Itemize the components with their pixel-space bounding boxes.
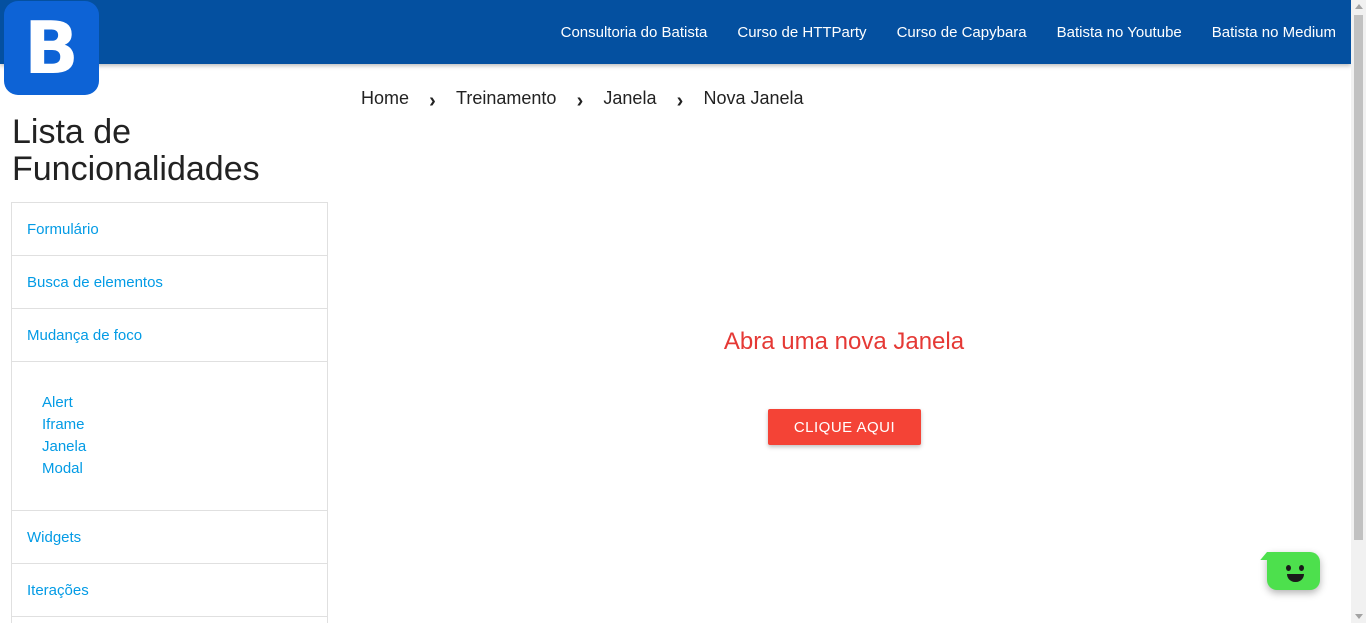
- sidebar-item-formulario[interactable]: Formulário: [12, 203, 327, 256]
- page-headline: Abra uma nova Janela: [723, 328, 965, 355]
- chevron-right-icon: ›: [576, 89, 584, 112]
- sidebar-item-widgets[interactable]: Widgets: [12, 511, 327, 564]
- breadcrumb: Home › Treinamento › Janela › Nova Janel…: [361, 86, 804, 112]
- vertical-scrollbar[interactable]: [1351, 0, 1366, 623]
- nav-link-youtube[interactable]: Batista no Youtube: [1057, 24, 1182, 41]
- submenu-item-alert[interactable]: Alert: [42, 392, 327, 414]
- features-list: Formulário Busca de elementos Mudança de…: [11, 202, 328, 623]
- submenu-item-modal[interactable]: Modal: [42, 458, 327, 480]
- nav-links: Consultoria do Batista Curso de HTTParty…: [531, 0, 1336, 64]
- smiley-eye: [1299, 565, 1304, 571]
- sidebar-submenu: Alert Iframe Janela Modal: [12, 362, 327, 511]
- sidebar-title: Lista de Funcionalidades: [12, 113, 260, 188]
- smiley-chat-icon: [1286, 565, 1291, 571]
- submenu-item-janela[interactable]: Janela: [42, 436, 327, 458]
- top-navbar: Consultoria do Batista Curso de HTTParty…: [0, 0, 1351, 64]
- nav-link-capybara[interactable]: Curso de Capybara: [897, 24, 1027, 41]
- sidebar-item-iteracoes[interactable]: Iterações: [12, 564, 327, 617]
- clique-aqui-button[interactable]: CLIQUE AQUI: [768, 409, 921, 445]
- breadcrumb-treinamento[interactable]: Treinamento: [456, 88, 556, 109]
- scroll-down-icon[interactable]: [1355, 614, 1363, 619]
- scroll-thumb[interactable]: [1354, 15, 1363, 540]
- sidebar-item-busca-de-elementos[interactable]: Busca de elementos: [12, 256, 327, 309]
- nav-link-medium[interactable]: Batista no Medium: [1212, 24, 1336, 41]
- chevron-right-icon: ›: [429, 89, 436, 112]
- logo[interactable]: B: [4, 1, 99, 95]
- breadcrumb-janela[interactable]: Janela: [603, 88, 656, 109]
- scroll-up-icon[interactable]: [1355, 4, 1363, 9]
- chevron-right-icon: ›: [676, 89, 684, 112]
- nav-link-httparty[interactable]: Curso de HTTParty: [737, 24, 866, 41]
- smiley-mouth: [1287, 574, 1304, 582]
- breadcrumb-home[interactable]: Home: [361, 88, 409, 109]
- chat-widget-button[interactable]: [1267, 552, 1320, 590]
- nav-link-consultoria[interactable]: Consultoria do Batista: [561, 24, 708, 41]
- breadcrumb-nova-janela: Nova Janela: [703, 87, 804, 108]
- submenu-item-iframe[interactable]: Iframe: [42, 414, 327, 436]
- logo-letter: B: [24, 6, 79, 90]
